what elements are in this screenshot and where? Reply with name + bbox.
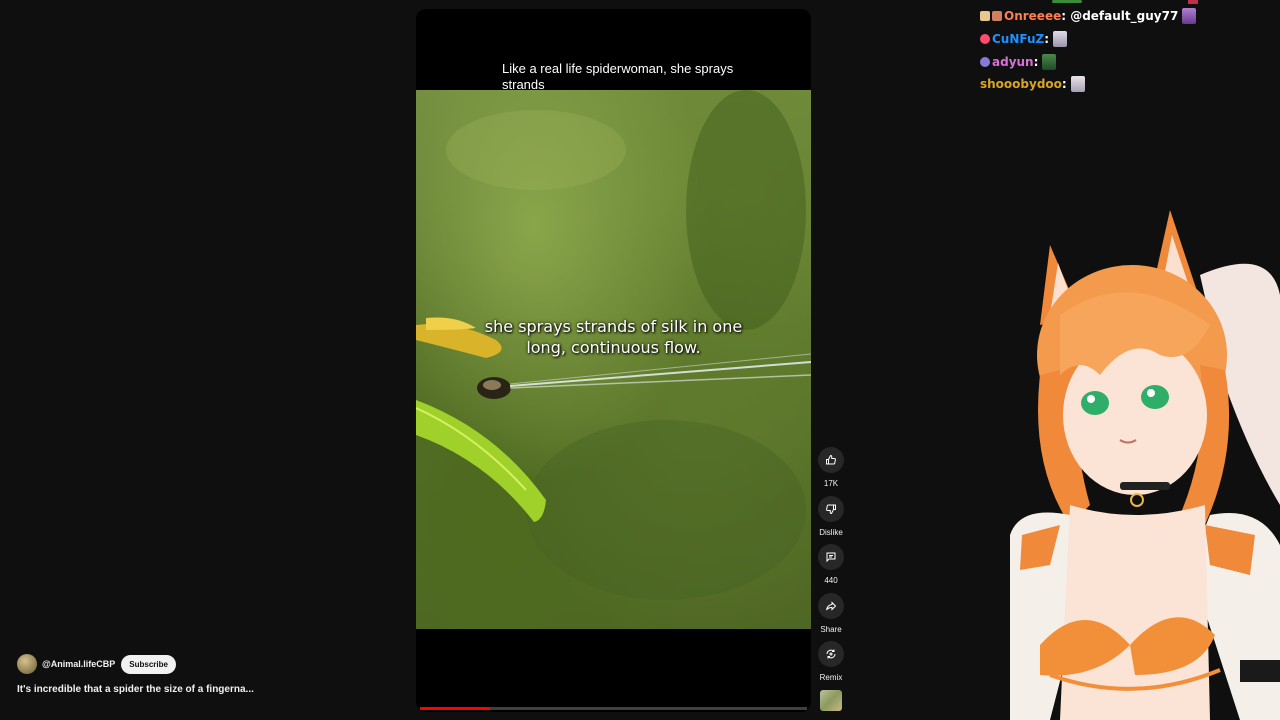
dislike-button[interactable]: Dislike xyxy=(814,496,848,537)
controller-badge-icon xyxy=(980,57,990,67)
thumbs-up-icon xyxy=(818,447,844,473)
thumbs-down-icon xyxy=(818,496,844,522)
video-top-caption: Like a real life spiderwoman, she sprays… xyxy=(502,61,734,92)
share-button[interactable]: Share xyxy=(814,593,848,634)
emote-icon xyxy=(1182,8,1197,24)
emote-icon xyxy=(1053,31,1068,47)
sound-thumbnail[interactable] xyxy=(820,690,842,711)
emote-icon xyxy=(1042,54,1057,70)
chat-text: @default_guy77 xyxy=(1070,9,1179,23)
shorts-video-player[interactable]: Like a real life spiderwoman, she sprays… xyxy=(416,9,811,712)
user-badge-icon xyxy=(980,11,990,21)
video-progress-fill xyxy=(420,707,490,710)
dislike-label: Dislike xyxy=(819,528,843,537)
comment-count: 440 xyxy=(824,576,838,585)
chat-username: CuNFuZ xyxy=(992,32,1045,46)
like-count: 17K xyxy=(823,479,839,488)
video-subtitle: she sprays strands of silk in one long, … xyxy=(446,316,781,358)
vtuber-avatar xyxy=(1010,210,1280,720)
emote-icon xyxy=(1070,76,1085,92)
video-title[interactable]: It's incredible that a spider the size o… xyxy=(17,684,254,695)
comments-button[interactable]: 440 xyxy=(814,544,848,585)
heart-badge-icon xyxy=(980,34,990,44)
share-arrow-icon xyxy=(818,593,844,619)
remix-label: Remix xyxy=(819,673,843,682)
video-frame xyxy=(416,90,811,629)
chat-message: Onreeee: @default_guy77 xyxy=(980,8,1197,24)
chat-message: adyun: xyxy=(980,54,1057,70)
subtitle-line-1: she sprays strands of silk in one xyxy=(484,317,743,336)
comment-icon xyxy=(818,544,844,570)
video-scene-art xyxy=(416,90,811,600)
channel-avatar[interactable] xyxy=(17,654,37,674)
subscribe-button[interactable]: Subscribe xyxy=(121,654,176,674)
subtitle-line-2: long, continuous flow. xyxy=(526,338,701,357)
remix-icon xyxy=(818,641,844,667)
chat-username: shooobydoo xyxy=(980,77,1062,91)
chat-cutoff-badge xyxy=(1052,0,1082,3)
like-button[interactable]: 17K xyxy=(814,447,848,488)
video-progress-bar[interactable] xyxy=(420,707,807,710)
remix-button[interactable]: Remix xyxy=(814,641,848,682)
chat-message: CuNFuZ: xyxy=(980,31,1068,47)
share-label: Share xyxy=(820,625,842,634)
chat-cutoff-emote xyxy=(1188,0,1198,4)
channel-info: @Animal.lifeCBP Subscribe xyxy=(17,654,176,674)
chat-username: adyun xyxy=(992,55,1034,69)
chat-message: shooobydoo: xyxy=(980,76,1085,92)
channel-handle[interactable]: @Animal.lifeCBP xyxy=(42,659,115,669)
chat-username: Onreeee xyxy=(1004,9,1062,23)
user-badge-icon xyxy=(992,11,1002,21)
